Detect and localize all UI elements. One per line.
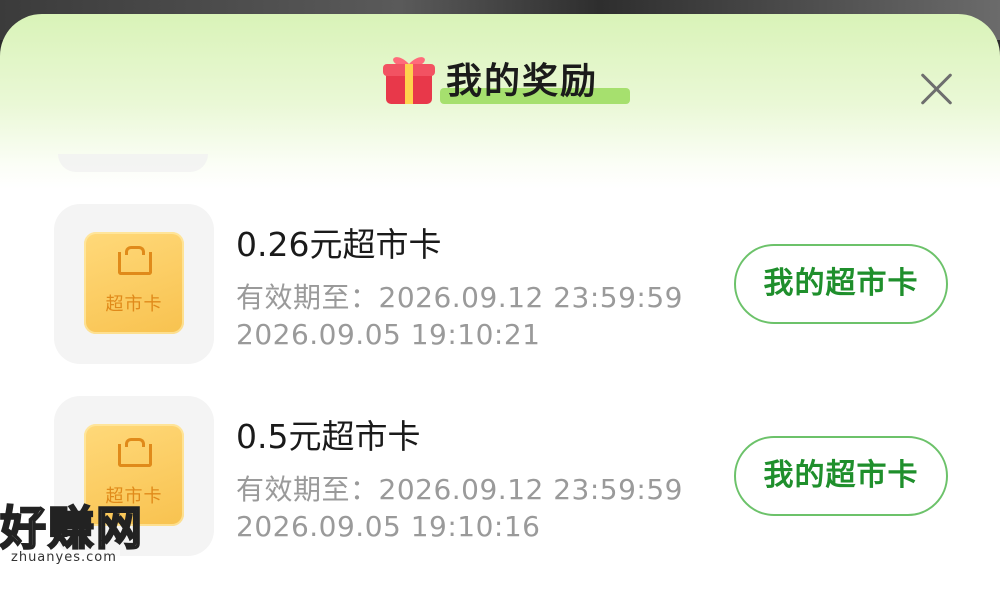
page-title: 我的奖励: [446, 61, 599, 102]
my-card-button[interactable]: 我的超市卡: [734, 436, 948, 516]
reward-item: 超市卡 0.26元超市卡 有效期至：2026.09.12 23:59:59 20…: [0, 204, 1000, 374]
card-icon-label: 超市卡: [105, 294, 163, 315]
sheet-header: 我的奖励: [0, 14, 1000, 134]
reward-title: 0.5元超市卡: [236, 417, 421, 456]
bag-icon: [118, 438, 152, 467]
reward-expiry: 有效期至：2026.09.12 23:59:59: [236, 473, 683, 506]
gift-icon: [380, 48, 438, 108]
reward-date: 2026.09.05 19:10:21: [236, 318, 541, 351]
reward-date: 2026.09.05 19:10:16: [236, 510, 541, 543]
close-icon[interactable]: [916, 68, 956, 108]
shopping-card-icon: 超市卡: [84, 232, 184, 334]
reward-expiry: 有效期至：2026.09.12 23:59:59: [236, 281, 683, 314]
watermark-url: zhuanyes.com: [8, 550, 120, 565]
watermark-text: 好赚网: [0, 500, 144, 556]
reward-title: 0.26元超市卡: [236, 225, 442, 264]
title-group: 我的奖励: [380, 48, 630, 108]
bag-icon: [118, 246, 152, 275]
previous-item-edge: [58, 154, 208, 172]
watermark: 好赚网 zhuanyes.com: [0, 492, 200, 572]
my-card-button[interactable]: 我的超市卡: [734, 244, 948, 324]
reward-thumbnail: 超市卡: [54, 204, 214, 364]
